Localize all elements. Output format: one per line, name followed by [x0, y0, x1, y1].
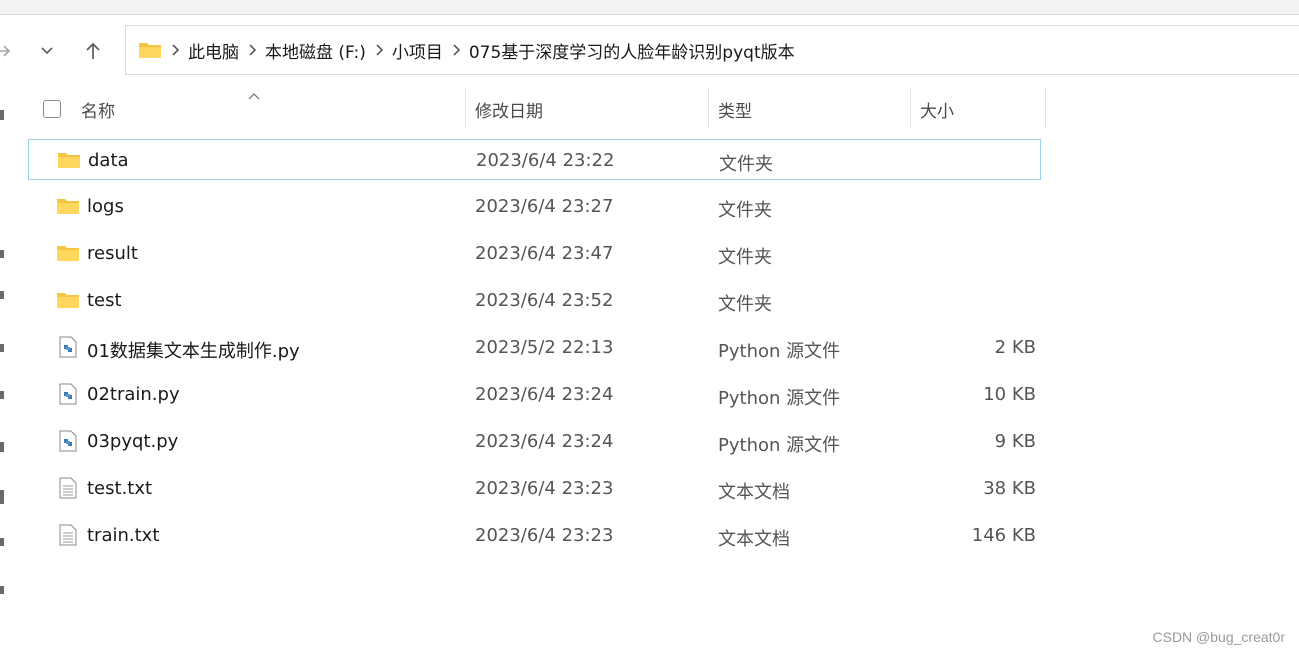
address-bar[interactable]: 此电脑 本地磁盘 (F:) 小项目 075基于深度学习的人脸年龄识别pyqt版本	[125, 25, 1299, 75]
file-size: 38 KB	[983, 478, 1036, 499]
python-file-icon	[56, 383, 80, 405]
file-modified: 2023/6/4 23:47	[475, 243, 614, 264]
file-name: test.txt	[87, 478, 153, 499]
column-divider[interactable]	[910, 88, 911, 128]
file-row-result[interactable]: result 2023/6/4 23:47 文件夹	[28, 233, 1041, 274]
file-modified: 2023/6/4 23:27	[475, 196, 614, 217]
file-modified: 2023/6/4 23:52	[475, 290, 614, 311]
file-type: Python 源文件	[718, 435, 841, 456]
forward-button[interactable]	[0, 34, 20, 68]
select-all-checkbox[interactable]	[43, 100, 61, 118]
file-name: train.txt	[87, 525, 160, 546]
file-row-01[interactable]: 01数据集文本生成制作.py 2023/5/2 22:13 Python 源文件…	[28, 327, 1041, 368]
up-button[interactable]	[76, 34, 110, 68]
file-row-test-txt[interactable]: test.txt 2023/6/4 23:23 文本文档 38 KB	[28, 468, 1041, 509]
python-file-icon	[56, 336, 80, 358]
title-strip	[0, 0, 1299, 15]
file-modified: 2023/6/4 23:23	[475, 525, 614, 546]
file-type: Python 源文件	[718, 388, 841, 409]
file-modified: 2023/5/2 22:13	[475, 337, 614, 358]
watermark: CSDN @bug_creat0r	[1152, 629, 1286, 645]
file-modified: 2023/6/4 23:24	[475, 431, 614, 452]
file-modified: 2023/6/4 23:23	[475, 478, 614, 499]
file-type: 文本文档	[718, 482, 790, 503]
file-type: 文本文档	[718, 529, 790, 550]
file-size: 10 KB	[983, 384, 1036, 405]
chevron-right-icon[interactable]	[162, 44, 188, 56]
column-header-modified[interactable]: 修改日期	[475, 97, 543, 122]
file-type: 文件夹	[718, 200, 772, 221]
breadcrumb-this-pc[interactable]: 此电脑	[188, 38, 239, 63]
navigation-pane-edge	[0, 86, 6, 655]
column-divider[interactable]	[465, 88, 466, 128]
folder-icon	[138, 40, 162, 60]
file-type: 文件夹	[719, 154, 773, 175]
file-type: Python 源文件	[718, 341, 841, 362]
file-name: test	[87, 290, 122, 311]
file-name: logs	[87, 196, 124, 217]
column-header-size[interactable]: 大小	[920, 97, 954, 122]
file-row-data[interactable]: data 2023/6/4 23:22 文件夹	[28, 139, 1041, 180]
text-file-icon	[56, 524, 80, 546]
chevron-down-icon	[41, 47, 53, 55]
file-type: 文件夹	[718, 294, 772, 315]
column-header-type[interactable]: 类型	[718, 97, 752, 122]
file-row-03pyqt[interactable]: 03pyqt.py 2023/6/4 23:24 Python 源文件 9 KB	[28, 421, 1041, 462]
file-modified: 2023/6/4 23:22	[476, 150, 615, 171]
chevron-right-icon[interactable]	[239, 44, 265, 56]
file-name: 02train.py	[87, 384, 180, 405]
chevron-right-icon[interactable]	[443, 44, 469, 56]
column-divider[interactable]	[1045, 88, 1046, 128]
file-size: 2 KB	[994, 337, 1036, 358]
file-row-test[interactable]: test 2023/6/4 23:52 文件夹	[28, 280, 1041, 321]
text-file-icon	[56, 477, 80, 499]
breadcrumb-current-folder[interactable]: 075基于深度学习的人脸年龄识别pyqt版本	[469, 38, 795, 63]
file-size: 9 KB	[994, 431, 1036, 452]
breadcrumb-small-projects[interactable]: 小项目	[392, 38, 443, 63]
file-name: 01数据集文本生成制作.py	[87, 341, 300, 362]
column-header-row: 名称 修改日期 类型 大小	[0, 86, 1299, 130]
file-type: 文件夹	[718, 247, 772, 268]
folder-icon	[57, 149, 81, 171]
file-name: 03pyqt.py	[87, 431, 179, 452]
chevron-right-icon[interactable]	[366, 44, 392, 56]
column-header-name[interactable]: 名称	[81, 97, 115, 122]
file-row-02train[interactable]: 02train.py 2023/6/4 23:24 Python 源文件 10 …	[28, 374, 1041, 415]
arrow-right-icon	[0, 45, 11, 57]
recent-locations-button[interactable]	[30, 34, 64, 68]
file-name: result	[87, 243, 138, 264]
python-file-icon	[56, 430, 80, 452]
sort-ascending-icon	[247, 86, 261, 105]
folder-icon	[56, 195, 80, 217]
arrow-up-icon	[86, 42, 100, 59]
file-name: data	[88, 150, 129, 171]
folder-icon	[56, 242, 80, 264]
folder-icon	[56, 289, 80, 311]
breadcrumb-local-disk[interactable]: 本地磁盘 (F:)	[265, 38, 366, 63]
column-divider[interactable]	[708, 88, 709, 128]
file-row-train-txt[interactable]: train.txt 2023/6/4 23:23 文本文档 146 KB	[28, 515, 1041, 556]
file-modified: 2023/6/4 23:24	[475, 384, 614, 405]
file-size: 146 KB	[971, 525, 1036, 546]
file-row-logs[interactable]: logs 2023/6/4 23:27 文件夹	[28, 186, 1041, 227]
file-explorer-window: 此电脑 本地磁盘 (F:) 小项目 075基于深度学习的人脸年龄识别pyqt版本…	[0, 0, 1299, 655]
